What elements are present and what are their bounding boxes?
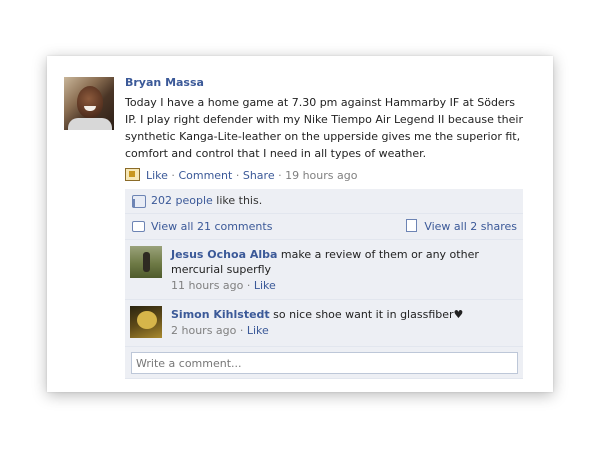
- view-all-comments-link[interactable]: View all 21 comments: [151, 214, 272, 239]
- commenter-name-link[interactable]: Jesus Ochoa Alba: [171, 248, 277, 261]
- separator: ·: [232, 169, 243, 182]
- likes-suffix: like this.: [212, 194, 263, 207]
- post-timestamp[interactable]: 19 hours ago: [285, 169, 357, 182]
- comment-body: so nice shoe want it in glassfiber♥: [273, 308, 464, 321]
- post-body: Bryan Massa Today I have a home game at …: [125, 76, 525, 162]
- comment-input[interactable]: [131, 352, 518, 374]
- post-card: Bryan Massa Today I have a home game at …: [47, 56, 553, 392]
- view-all-row: View all 21 comments View all 2 shares: [125, 214, 523, 240]
- author-name-link[interactable]: Bryan Massa: [125, 76, 525, 90]
- comment-timestamp[interactable]: 2 hours ago: [171, 324, 236, 337]
- view-all-shares-link[interactable]: View all 2 shares: [424, 220, 517, 233]
- comment-item: Simon Kihlstedt so nice shoe want it in …: [125, 300, 523, 347]
- commenter-avatar[interactable]: [130, 306, 162, 338]
- app-icon: [125, 168, 140, 181]
- comment-meta: 11 hours ago · Like: [171, 278, 517, 293]
- author-avatar[interactable]: [64, 77, 114, 130]
- separator: ·: [236, 324, 247, 337]
- comment-timestamp[interactable]: 11 hours ago: [171, 279, 243, 292]
- comment-bubble-icon: [132, 221, 145, 232]
- comment-link[interactable]: Comment: [178, 169, 232, 182]
- comment-like-link[interactable]: Like: [247, 324, 269, 337]
- comment-meta: 2 hours ago · Like: [171, 323, 517, 338]
- likes-count-link[interactable]: 202 people: [151, 194, 213, 207]
- comment-like-link[interactable]: Like: [254, 279, 276, 292]
- likes-summary: 202 people like this.: [125, 189, 523, 214]
- separator: ·: [274, 169, 286, 182]
- status-text: Today I have a home game at 7.30 pm agai…: [125, 96, 523, 160]
- comment-text: Jesus Ochoa Alba make a review of them o…: [171, 247, 517, 277]
- comment-text: Simon Kihlstedt so nice shoe want it in …: [171, 307, 517, 322]
- thumbs-up-icon: [132, 195, 146, 208]
- share-icon: [406, 219, 418, 232]
- separator: ·: [243, 279, 254, 292]
- feedback-box: 202 people like this. View all 21 commen…: [125, 189, 523, 379]
- post-actions: Like · Comment · Share · 19 hours ago: [125, 168, 357, 183]
- commenter-name-link[interactable]: Simon Kihlstedt: [171, 308, 270, 321]
- like-link[interactable]: Like: [146, 169, 168, 182]
- separator: ·: [167, 169, 179, 182]
- comment-item: Jesus Ochoa Alba make a review of them o…: [125, 240, 523, 300]
- commenter-avatar[interactable]: [130, 246, 162, 278]
- compose-row: [125, 347, 523, 379]
- view-all-shares: View all 2 shares: [406, 214, 517, 239]
- share-link[interactable]: Share: [243, 169, 275, 182]
